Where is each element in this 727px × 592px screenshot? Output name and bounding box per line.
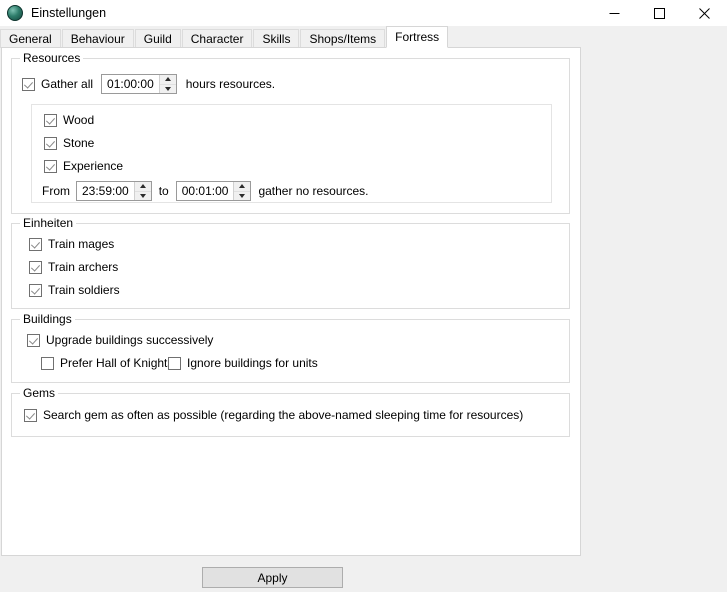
- train-mages-checkbox[interactable]: [29, 237, 42, 251]
- sleep-to-spinner[interactable]: 00:01:00: [175, 181, 252, 201]
- gather-interval-down-icon[interactable]: [160, 85, 176, 94]
- stone-checkbox[interactable]: [44, 136, 57, 150]
- gather-interval-up-icon[interactable]: [159, 75, 176, 85]
- wood-label: Wood: [63, 113, 95, 127]
- sleep-from-spinner[interactable]: 23:59:00: [76, 181, 152, 201]
- sleep-from-up-icon[interactable]: [134, 182, 151, 192]
- train-soldiers-row[interactable]: Train soldiers: [29, 283, 120, 297]
- group-buildings-label: Buildings: [20, 313, 75, 325]
- search-gem-checkbox[interactable]: [24, 408, 37, 422]
- tab-fortress[interactable]: Fortress: [386, 26, 449, 48]
- title-bar: Einstellungen: [0, 0, 727, 26]
- group-resources: Resources Gather all 01:00:00 hours reso…: [11, 52, 570, 214]
- sleep-to-label: to: [158, 184, 169, 198]
- tab-character[interactable]: Character: [181, 29, 253, 48]
- train-archers-row[interactable]: Train archers: [29, 260, 118, 274]
- search-gem-label: Search gem as often as possible (regardi…: [43, 408, 524, 422]
- train-archers-label: Train archers: [48, 260, 119, 274]
- tab-skills[interactable]: Skills: [253, 29, 300, 48]
- sleep-from-stepper[interactable]: [133, 182, 151, 201]
- sleep-from-down-icon[interactable]: [135, 192, 151, 201]
- fortress-tab-page: Resources Gather all 01:00:00 hours reso…: [1, 47, 581, 556]
- sleep-to-up-icon[interactable]: [234, 182, 251, 192]
- group-gems-label: Gems: [20, 387, 59, 399]
- window-title: Einstellungen: [31, 6, 107, 20]
- globe-icon: [7, 5, 23, 21]
- upgrade-buildings-row[interactable]: Upgrade buildings successively: [27, 333, 213, 347]
- group-resource-types: Wood Stone Experience From 23:59:00 to 0…: [31, 104, 552, 203]
- maximize-button[interactable]: [637, 0, 682, 26]
- group-buildings: Buildings Upgrade buildings successively…: [11, 313, 570, 383]
- gather-all-label: Gather all: [41, 77, 94, 91]
- upgrade-buildings-checkbox[interactable]: [27, 333, 40, 347]
- sleep-to-value[interactable]: 00:01:00: [176, 182, 234, 200]
- window-controls: [592, 0, 727, 26]
- group-einheiten-label: Einheiten: [20, 217, 77, 229]
- stone-label: Stone: [63, 136, 95, 150]
- tab-behaviour[interactable]: Behaviour: [61, 29, 134, 48]
- sleep-to-stepper[interactable]: [233, 182, 251, 201]
- gather-all-row: Gather all 01:00:00 hours resources.: [22, 74, 275, 94]
- apply-button[interactable]: Apply: [202, 567, 343, 588]
- sleep-from-value[interactable]: 23:59:00: [77, 182, 134, 200]
- gather-interval-stepper[interactable]: [158, 75, 176, 94]
- train-mages-row[interactable]: Train mages: [29, 237, 114, 251]
- prefer-hall-of-knights-label: Prefer Hall of Knights: [60, 356, 174, 370]
- sleep-to-down-icon[interactable]: [234, 192, 250, 201]
- tab-general[interactable]: General: [0, 29, 61, 48]
- group-resources-label: Resources: [20, 52, 84, 64]
- train-soldiers-checkbox[interactable]: [29, 283, 42, 297]
- group-einheiten: Einheiten Train mages Train archers Trai…: [11, 217, 570, 309]
- train-archers-checkbox[interactable]: [29, 260, 42, 274]
- gather-all-checkbox[interactable]: [22, 77, 35, 91]
- gather-all-suffix: hours resources.: [185, 77, 276, 91]
- close-button[interactable]: [682, 0, 727, 26]
- wood-row[interactable]: Wood: [44, 113, 94, 127]
- tab-strip: General Behaviour Guild Character Skills…: [0, 26, 727, 48]
- experience-label: Experience: [63, 159, 124, 173]
- wood-checkbox[interactable]: [44, 113, 57, 127]
- stone-row[interactable]: Stone: [44, 136, 94, 150]
- group-gems: Gems Search gem as often as possible (re…: [11, 387, 570, 437]
- train-mages-label: Train mages: [48, 237, 115, 251]
- experience-checkbox[interactable]: [44, 159, 57, 173]
- ignore-buildings-for-units-row[interactable]: Ignore buildings for units: [168, 356, 318, 370]
- sleep-from-label: From: [42, 184, 70, 198]
- search-gem-row[interactable]: Search gem as often as possible (regardi…: [24, 408, 523, 422]
- minimize-button[interactable]: [592, 0, 637, 26]
- upgrade-buildings-label: Upgrade buildings successively: [46, 333, 214, 347]
- gather-interval-spinner[interactable]: 01:00:00: [101, 74, 177, 94]
- tab-shops-items[interactable]: Shops/Items: [300, 29, 386, 48]
- prefer-hall-of-knights-row[interactable]: Prefer Hall of Knights: [41, 356, 173, 370]
- gather-interval-value[interactable]: 01:00:00: [102, 75, 159, 93]
- ignore-buildings-for-units-checkbox[interactable]: [168, 356, 181, 370]
- ignore-buildings-for-units-label: Ignore buildings for units: [187, 356, 318, 370]
- experience-row[interactable]: Experience: [44, 159, 123, 173]
- prefer-hall-of-knights-checkbox[interactable]: [41, 356, 54, 370]
- train-soldiers-label: Train soldiers: [48, 283, 120, 297]
- sleep-window-row: From 23:59:00 to 00:01:00 gather no reso…: [42, 181, 369, 201]
- sleep-window-suffix: gather no resources.: [258, 184, 369, 198]
- tab-guild[interactable]: Guild: [134, 29, 181, 48]
